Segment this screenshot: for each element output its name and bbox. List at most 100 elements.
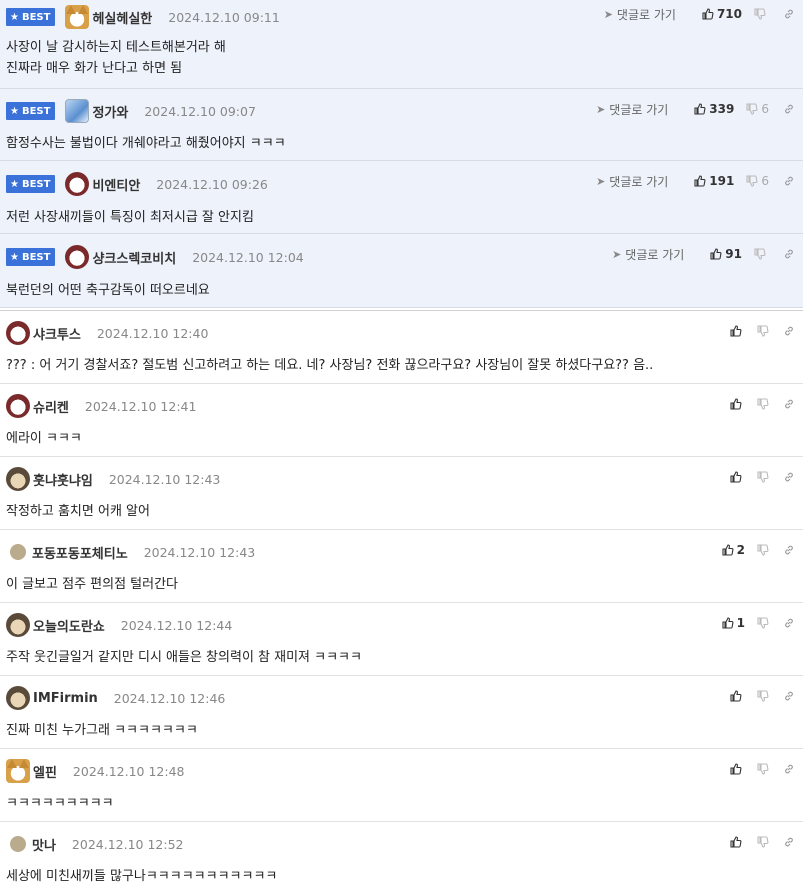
pug-icon[interactable] — [6, 467, 30, 491]
comment-text: 작정하고 훔치면 어캐 알어 — [6, 504, 150, 519]
comment-date: 2024.12.10 12:46 — [113, 690, 226, 706]
upvote-button[interactable]: 91 — [710, 247, 742, 261]
comment-item: IMFirmin 2024.12.10 12:46 진짜 미친 누가그래 ㅋㅋㅋ… — [0, 676, 803, 749]
nickname[interactable]: 비엔티안 — [92, 175, 140, 194]
upvote-button[interactable] — [730, 398, 745, 410]
best-badge: ★ BEST — [6, 8, 56, 26]
comment-actions: ➤ 댓글로 가기 191 6 — [596, 173, 795, 189]
upvote-button[interactable]: 2 — [722, 543, 745, 557]
dog-icon[interactable] — [65, 245, 90, 269]
link-icon[interactable] — [783, 8, 795, 20]
comment-date: 2024.12.10 12:04 — [192, 249, 304, 265]
nickname[interactable]: 슈리켄 — [33, 397, 69, 416]
dog-icon[interactable] — [6, 394, 30, 418]
comment-actions: ➤ 댓글로 가기 91 — [612, 246, 795, 262]
comment-text: ㅋㅋㅋㅋㅋㅋㅋㅋㅋ — [6, 796, 114, 811]
link-icon[interactable] — [783, 325, 795, 337]
downvote-button[interactable] — [757, 471, 769, 483]
nickname[interactable]: IMFirmin — [33, 691, 98, 706]
downvote-button[interactable]: 6 — [746, 102, 769, 116]
fox-icon[interactable] — [6, 759, 30, 783]
upvote-button[interactable]: 1 — [722, 616, 745, 630]
link-icon[interactable] — [783, 175, 795, 187]
blue-avatar-icon[interactable] — [65, 99, 90, 123]
thumbs-down-icon — [757, 325, 769, 337]
link-icon[interactable] — [783, 398, 795, 410]
upvote-button[interactable]: 191 — [694, 174, 734, 188]
thumbs-down-icon — [757, 690, 769, 702]
dog-icon[interactable] — [65, 172, 90, 196]
thumbs-down-icon — [754, 8, 766, 20]
comment-actions: ➤ 댓글로 가기 339 6 — [596, 101, 795, 117]
thumbs-down-icon — [757, 763, 769, 775]
comment-item: 맛나 2024.12.10 12:52 세상에 미친새끼들 많구나ㅋㅋㅋㅋㅋㅋㅋ… — [0, 822, 803, 894]
thumbs-down-icon — [757, 544, 769, 556]
comment-date: 2024.12.10 12:43 — [108, 471, 221, 487]
comment-actions — [718, 469, 795, 485]
nickname[interactable]: 샤크투스 — [33, 324, 81, 343]
downvote-button[interactable] — [754, 8, 769, 20]
downvote-button[interactable]: 6 — [746, 174, 769, 188]
thumbs-down-icon — [757, 398, 769, 410]
link-icon[interactable] — [783, 103, 795, 115]
link-icon[interactable] — [783, 690, 795, 702]
upvote-button[interactable] — [730, 325, 745, 337]
comment-actions — [718, 396, 795, 412]
link-icon[interactable] — [783, 248, 795, 260]
comment-text: 함정수사는 불법이다 개쉐야라고 해줬어야지 ㅋㅋㅋ — [6, 136, 286, 151]
upvote-button[interactable]: 710 — [702, 7, 742, 21]
thumbs-up-icon — [730, 471, 742, 483]
link-icon[interactable] — [783, 617, 795, 629]
best-comment: ★ BEST 정가와 2024.12.10 09:07 ➤ 댓글로 가기 339 6… — [0, 89, 803, 161]
go-to-reply-link[interactable]: ➤ 댓글로 가기 — [596, 173, 668, 190]
downvote-button[interactable] — [757, 690, 769, 702]
link-icon[interactable] — [783, 763, 795, 775]
comment-actions: 1 — [710, 615, 795, 631]
upvote-button[interactable] — [730, 836, 745, 848]
link-icon[interactable] — [783, 544, 795, 556]
thumbs-down-icon — [754, 248, 766, 260]
nickname[interactable]: 엘핀 — [33, 762, 57, 781]
downvote-button[interactable] — [757, 544, 769, 556]
downvote-button[interactable] — [757, 617, 769, 629]
arrow-icon: ➤ — [603, 7, 613, 21]
thumbs-up-icon — [710, 248, 722, 260]
go-to-reply-link[interactable]: ➤ 댓글로 가기 — [612, 246, 684, 263]
best-comment: ★ BEST 헤실헤실한 2024.12.10 09:11 ➤ 댓글로 가기 710… — [0, 0, 803, 89]
nickname[interactable]: 맛나 — [32, 835, 56, 854]
pug-icon[interactable] — [6, 686, 30, 710]
downvote-button[interactable] — [757, 325, 769, 337]
upvote-button[interactable]: 339 — [694, 102, 734, 116]
fox-icon[interactable] — [65, 5, 90, 29]
dog-icon[interactable] — [6, 321, 30, 345]
go-to-reply-link[interactable]: ➤ 댓글로 가기 — [596, 101, 668, 118]
best-badge: ★ BEST — [6, 102, 56, 120]
nickname[interactable]: 정가와 — [92, 102, 128, 121]
thumbs-down-icon — [757, 836, 769, 848]
thumbs-down-icon — [746, 175, 758, 187]
comment-date: 2024.12.10 09:07 — [144, 103, 256, 119]
dot-avatar-icon[interactable] — [10, 836, 26, 852]
upvote-button[interactable] — [730, 690, 745, 702]
dot-avatar-icon[interactable] — [10, 544, 26, 560]
pug-icon[interactable] — [6, 613, 30, 637]
comment-text: 세상에 미친새끼들 많구나ㅋㅋㅋㅋㅋㅋㅋㅋㅋㅋㅋ — [6, 869, 278, 884]
nickname[interactable]: 헤실헤실한 — [92, 8, 152, 27]
nickname[interactable]: 오늘의도란쇼 — [33, 616, 105, 635]
comment-actions: 2 — [710, 542, 795, 558]
upvote-button[interactable] — [730, 763, 745, 775]
downvote-button[interactable] — [757, 836, 769, 848]
nickname[interactable]: 샹크스렉코비치 — [92, 248, 176, 267]
comment-actions — [718, 323, 795, 339]
downvote-button[interactable] — [757, 763, 769, 775]
downvote-button[interactable] — [757, 398, 769, 410]
go-to-reply-link[interactable]: ➤ 댓글로 가기 — [604, 6, 676, 23]
link-icon[interactable] — [783, 471, 795, 483]
thumbs-up-icon — [730, 836, 742, 848]
nickname[interactable]: 훗냐훗냐임 — [33, 470, 93, 489]
downvote-button[interactable] — [754, 248, 769, 260]
thumbs-up-icon — [694, 103, 706, 115]
upvote-button[interactable] — [730, 471, 745, 483]
link-icon[interactable] — [783, 836, 795, 848]
nickname[interactable]: 포동포동포체티노 — [32, 543, 128, 562]
